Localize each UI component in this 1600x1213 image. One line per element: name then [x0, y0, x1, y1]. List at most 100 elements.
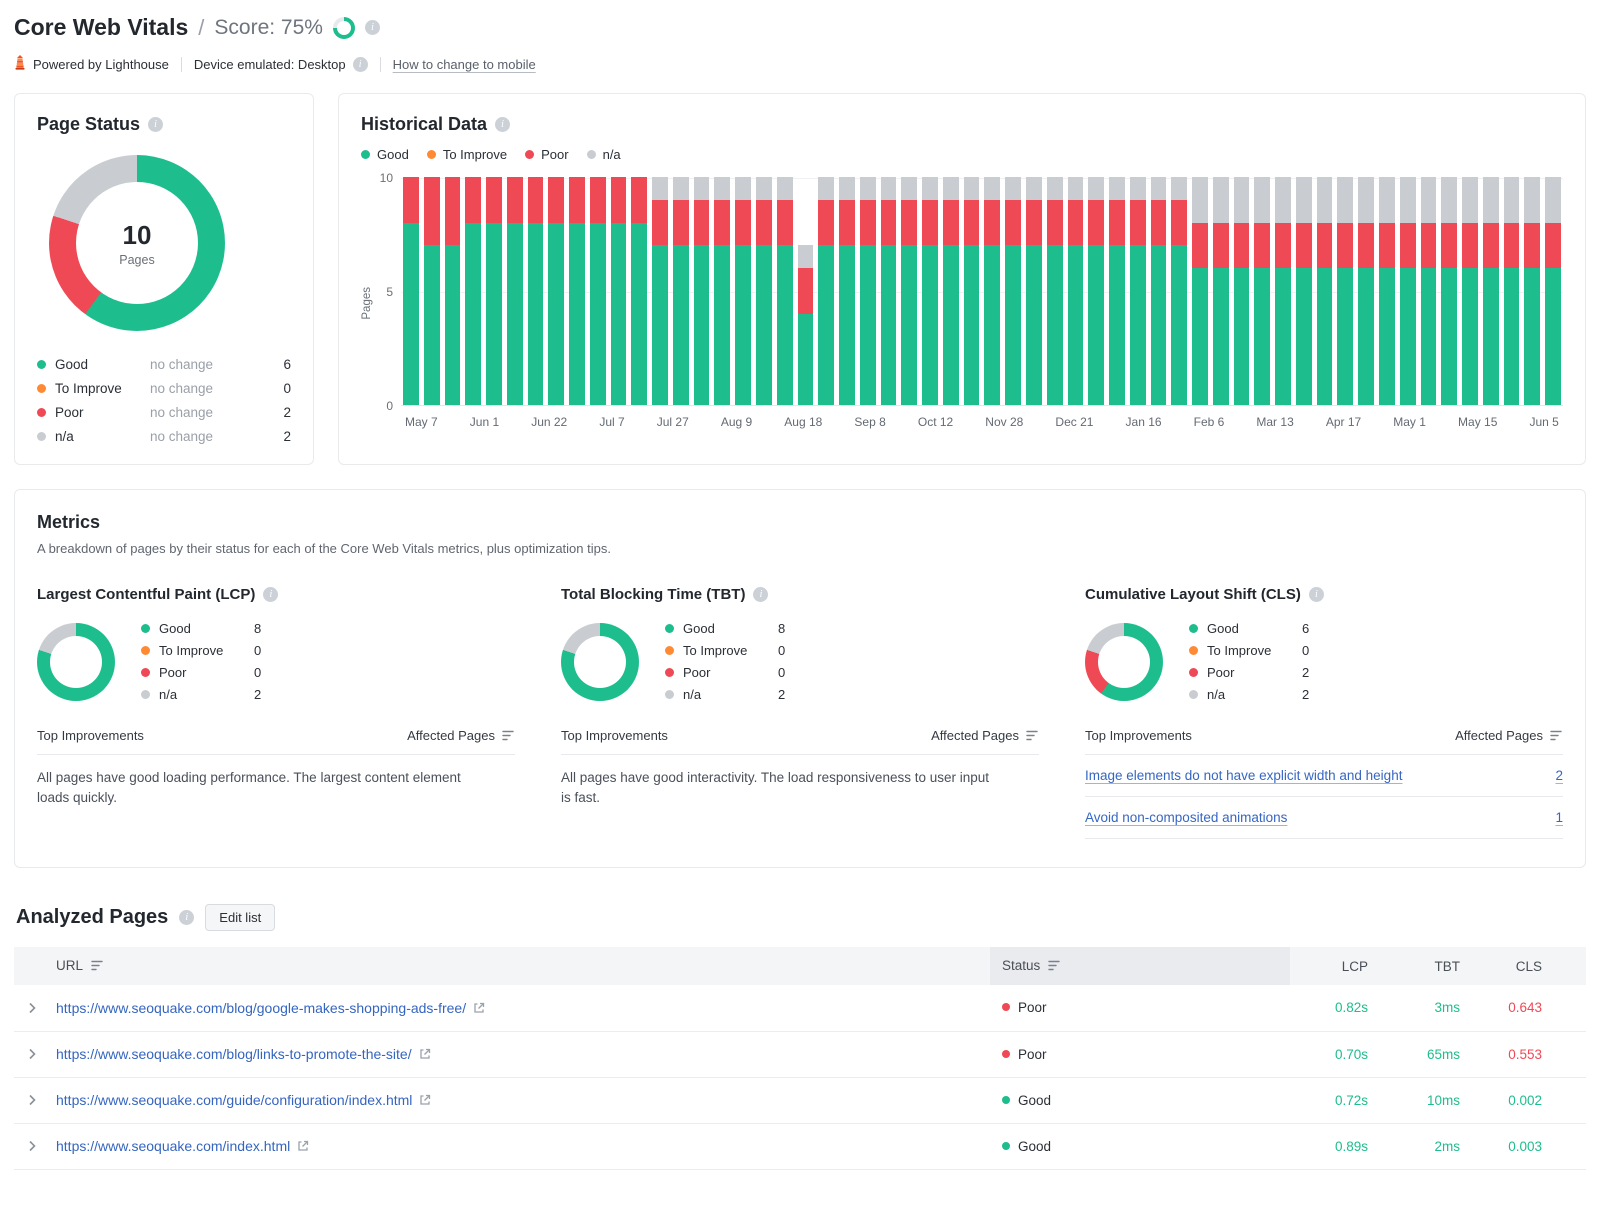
bar-segment-na — [714, 177, 731, 200]
status-column-header[interactable]: Status — [990, 947, 1290, 985]
history-bar — [818, 177, 835, 405]
total-pages-value: 10 — [122, 219, 152, 250]
bar-segment-poor — [1524, 222, 1541, 269]
bar-segment-good — [756, 245, 772, 405]
edit-list-button[interactable]: Edit list — [205, 904, 276, 931]
bar-segment-poor — [486, 177, 502, 223]
legend-dot — [586, 150, 596, 159]
bar-segment-na — [652, 177, 668, 200]
bar-segment-poor — [901, 199, 918, 246]
page-url-link[interactable]: https://www.seoquake.com/blog/google-mak… — [56, 1000, 466, 1016]
row-expand-chevron[interactable] — [14, 985, 44, 1032]
info-icon[interactable]: i — [1308, 587, 1324, 602]
bar-segment-good — [984, 245, 1001, 405]
bar-segment-good — [1503, 268, 1520, 405]
history-bar — [1503, 177, 1520, 405]
affected-pages-sort[interactable]: Affected Pages — [407, 728, 515, 743]
y-tick-label: 5 — [386, 285, 393, 299]
status-cell: Poor — [990, 985, 1290, 1032]
improvement-link[interactable]: Image elements do not have explicit widt… — [1085, 768, 1402, 783]
table-row[interactable]: https://www.seoquake.com/guide/configura… — [14, 1077, 1586, 1124]
bar-segment-na — [797, 245, 814, 269]
url-column-header[interactable]: URL — [44, 947, 990, 985]
info-icon[interactable]: i — [352, 56, 368, 72]
bar-segment-poor — [735, 199, 752, 246]
metric-body: Good 6 To Improve 0 Poor 2 n/a 2 — [1085, 621, 1563, 702]
legend-value: 8 — [254, 621, 262, 636]
info-icon[interactable]: i — [495, 117, 511, 132]
legend-value: 2 — [778, 687, 786, 702]
info-icon[interactable]: i — [364, 20, 380, 35]
legend-dot — [37, 432, 46, 441]
row-expand-chevron[interactable] — [14, 1123, 44, 1170]
bar-segment-good — [1462, 268, 1478, 405]
legend-label: Good — [683, 621, 715, 636]
bar-segment-na — [901, 177, 918, 200]
bar-segment-poor — [1399, 222, 1416, 269]
affected-count-link[interactable]: 2 — [1555, 768, 1563, 783]
y-axis-title: Pages — [361, 287, 373, 320]
info-icon[interactable]: i — [753, 587, 769, 602]
cls-column-header[interactable]: CLS — [1474, 947, 1586, 985]
row-expand-chevron[interactable] — [14, 1077, 44, 1124]
bar-segment-poor — [1358, 222, 1374, 269]
expand-column-header — [14, 947, 44, 985]
bar-segment-poor — [984, 199, 1001, 246]
row-expand-chevron[interactable] — [14, 1031, 44, 1078]
legend-dot — [141, 646, 150, 655]
bar-segment-na — [1441, 177, 1458, 223]
status-cell: Poor — [990, 1031, 1290, 1078]
bar-segment-poor — [1337, 222, 1354, 269]
improvement-text: All pages have good loading performance.… — [37, 770, 461, 805]
page-url-link[interactable]: https://www.seoquake.com/index.html — [56, 1138, 290, 1154]
metric-donut-chart — [1085, 622, 1163, 701]
legend-dot — [426, 150, 436, 159]
page-url-link[interactable]: https://www.seoquake.com/guide/configura… — [56, 1092, 412, 1108]
status-label: Good — [1018, 1092, 1052, 1108]
history-bar — [1088, 177, 1105, 405]
historical-yticks: 10 5 0 — [375, 171, 401, 413]
bar-segment-poor — [1129, 199, 1146, 246]
affected-count-link[interactable]: 1 — [1555, 810, 1563, 825]
metric-title: Cumulative Layout Shift (CLS) — [1085, 586, 1301, 603]
affected-pages-sort[interactable]: Affected Pages — [931, 728, 1039, 743]
table-row[interactable]: https://www.seoquake.com/blog/google-mak… — [14, 985, 1586, 1032]
history-bar — [527, 177, 544, 405]
bar-segment-poor — [693, 199, 710, 246]
history-bar — [403, 177, 419, 405]
legend-value: 0 — [254, 665, 262, 680]
table-row[interactable]: https://www.seoquake.com/index.html Good 0… — [14, 1123, 1586, 1170]
improvement-link[interactable]: Avoid non-composited animations — [1085, 810, 1287, 825]
history-bar — [756, 177, 772, 405]
tbt-value-cell: 2ms — [1382, 1123, 1474, 1170]
history-bar — [693, 177, 710, 405]
change-to-mobile-link[interactable]: How to change to mobile — [393, 57, 536, 72]
score-label: Score: 75% — [214, 15, 323, 39]
core-web-vitals-page: Core Web Vitals / Score: 75% i Powered b… — [0, 0, 1600, 1213]
legend-dot — [665, 668, 674, 677]
history-bar — [569, 177, 585, 405]
info-icon[interactable]: i — [263, 587, 279, 602]
historical-data-card: Historical Data i Good To Improve Poor n/a … — [338, 93, 1586, 465]
lcp-column-header[interactable]: LCP — [1290, 947, 1382, 985]
x-tick-label: Jan 16 — [1125, 415, 1162, 429]
info-icon[interactable]: i — [148, 117, 164, 132]
affected-pages-sort[interactable]: Affected Pages — [1455, 728, 1563, 743]
bar-segment-good — [1150, 245, 1167, 405]
x-tick-label: Mar 13 — [1256, 415, 1294, 429]
info-icon[interactable]: i — [179, 910, 195, 925]
legend-change: no change — [150, 357, 214, 372]
history-bar — [1129, 177, 1146, 405]
tbt-column-header[interactable]: TBT — [1382, 947, 1474, 985]
bar-segment-poor — [1378, 222, 1395, 269]
page-url-link[interactable]: https://www.seoquake.com/blog/links-to-p… — [56, 1046, 412, 1062]
bar-segment-na — [1067, 177, 1084, 200]
legend-value: 2 — [1302, 665, 1310, 680]
metric-card: Cumulative Layout Shift (CLS) i Good 6 To Im… — [1085, 586, 1563, 839]
bar-segment-good — [1067, 245, 1084, 405]
bar-segment-na — [1109, 177, 1125, 200]
bar-segment-good — [527, 222, 544, 405]
legend-item: Good 8 — [665, 621, 785, 636]
bar-segment-poor — [506, 177, 523, 223]
table-row[interactable]: https://www.seoquake.com/blog/links-to-p… — [14, 1031, 1586, 1078]
